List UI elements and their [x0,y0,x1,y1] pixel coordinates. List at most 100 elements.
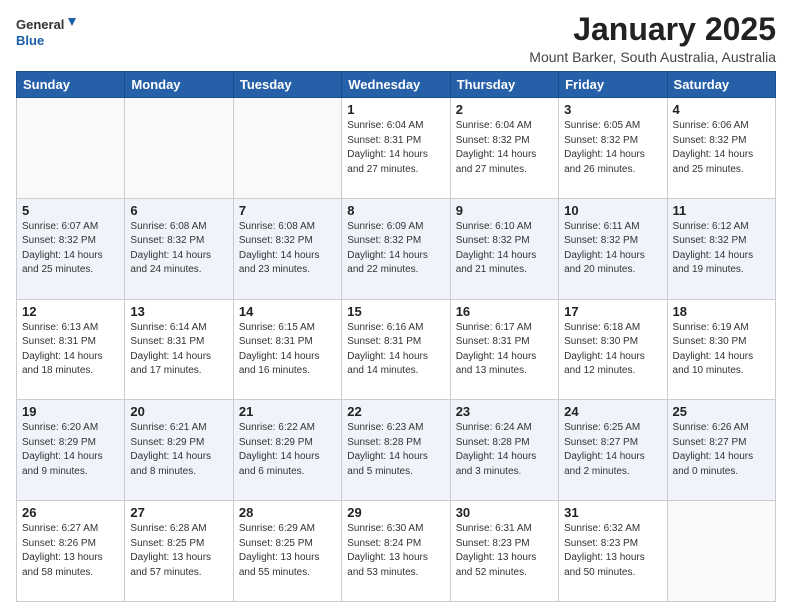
logo-svg: General Blue [16,12,76,52]
day-info: Sunrise: 6:27 AM Sunset: 8:26 PM Dayligh… [22,522,119,580]
day-info: Sunrise: 6:18 AM Sunset: 8:30 PM Dayligh… [564,321,661,379]
day-info: Sunrise: 6:15 AM Sunset: 8:31 PM Dayligh… [239,321,336,379]
calendar-day-cell: 23 Sunrise: 6:24 AM Sunset: 8:28 PM Dayli… [450,400,558,501]
weekday-header-thursday: Thursday [450,72,558,98]
calendar-day-cell: 22 Sunrise: 6:23 AM Sunset: 8:28 PM Dayli… [342,400,450,501]
calendar-day-cell [17,98,125,199]
calendar-day-cell: 28 Sunrise: 6:29 AM Sunset: 8:25 PM Dayli… [233,501,341,602]
day-number: 6 [130,203,227,218]
day-number: 19 [22,404,119,419]
calendar-week-row: 19 Sunrise: 6:20 AM Sunset: 8:29 PM Dayli… [17,400,776,501]
header: General Blue January 2025 Mount Barker, … [16,12,776,65]
day-number: 9 [456,203,553,218]
day-info: Sunrise: 6:04 AM Sunset: 8:32 PM Dayligh… [456,119,553,177]
calendar-table: SundayMondayTuesdayWednesdayThursdayFrid… [16,71,776,602]
day-number: 12 [22,304,119,319]
calendar-day-cell: 5 Sunrise: 6:07 AM Sunset: 8:32 PM Daylig… [17,198,125,299]
calendar-day-cell: 31 Sunrise: 6:32 AM Sunset: 8:23 PM Dayli… [559,501,667,602]
weekday-header-tuesday: Tuesday [233,72,341,98]
calendar-day-cell: 4Sunrise: 6:06 AM Sunset: 8:32 PM Daylig… [667,98,775,199]
day-number: 26 [22,505,119,520]
svg-text:General: General [16,17,64,32]
day-number: 14 [239,304,336,319]
day-number: 13 [130,304,227,319]
day-number: 20 [130,404,227,419]
calendar-day-cell: 26 Sunrise: 6:27 AM Sunset: 8:26 PM Dayli… [17,501,125,602]
day-info: Sunrise: 6:08 AM Sunset: 8:32 PM Dayligh… [130,220,227,278]
day-number: 22 [347,404,444,419]
day-info: Sunrise: 6:09 AM Sunset: 8:32 PM Dayligh… [347,220,444,278]
calendar-day-cell: 2 Sunrise: 6:04 AM Sunset: 8:32 PM Daylig… [450,98,558,199]
day-number: 31 [564,505,661,520]
calendar-day-cell: 16Sunrise: 6:17 AM Sunset: 8:31 PM Dayli… [450,299,558,400]
calendar-day-cell: 14 Sunrise: 6:15 AM Sunset: 8:31 PM Dayli… [233,299,341,400]
day-info: Sunrise: 6:08 AM Sunset: 8:32 PM Dayligh… [239,220,336,278]
day-number: 28 [239,505,336,520]
weekday-header-wednesday: Wednesday [342,72,450,98]
day-number: 15 [347,304,444,319]
calendar-day-cell: 19 Sunrise: 6:20 AM Sunset: 8:29 PM Dayli… [17,400,125,501]
calendar-day-cell: 15Sunrise: 6:16 AM Sunset: 8:31 PM Dayli… [342,299,450,400]
day-info: Sunrise: 6:28 AM Sunset: 8:25 PM Dayligh… [130,522,227,580]
title-block: January 2025 Mount Barker, South Austral… [529,12,776,65]
day-info: Sunrise: 6:30 AM Sunset: 8:24 PM Dayligh… [347,522,444,580]
calendar-day-cell: 17 Sunrise: 6:18 AM Sunset: 8:30 PM Dayli… [559,299,667,400]
calendar-day-cell: 25 Sunrise: 6:26 AM Sunset: 8:27 PM Dayli… [667,400,775,501]
day-info: Sunrise: 6:12 AM Sunset: 8:32 PM Dayligh… [673,220,770,278]
calendar-week-row: 26 Sunrise: 6:27 AM Sunset: 8:26 PM Dayli… [17,501,776,602]
day-info: Sunrise: 6:21 AM Sunset: 8:29 PM Dayligh… [130,421,227,479]
weekday-header-friday: Friday [559,72,667,98]
day-number: 8 [347,203,444,218]
day-number: 2 [456,102,553,117]
calendar-day-cell: 6 Sunrise: 6:08 AM Sunset: 8:32 PM Daylig… [125,198,233,299]
calendar-day-cell: 7 Sunrise: 6:08 AM Sunset: 8:32 PM Daylig… [233,198,341,299]
calendar-week-row: 12 Sunrise: 6:13 AM Sunset: 8:31 PM Dayli… [17,299,776,400]
day-number: 16 [456,304,553,319]
calendar-day-cell: 9 Sunrise: 6:10 AM Sunset: 8:32 PM Daylig… [450,198,558,299]
svg-text:Blue: Blue [16,33,44,48]
page: General Blue January 2025 Mount Barker, … [0,0,792,612]
day-info: Sunrise: 6:26 AM Sunset: 8:27 PM Dayligh… [673,421,770,479]
day-number: 30 [456,505,553,520]
day-info: Sunrise: 6:14 AM Sunset: 8:31 PM Dayligh… [130,321,227,379]
day-number: 23 [456,404,553,419]
weekday-header-saturday: Saturday [667,72,775,98]
day-number: 10 [564,203,661,218]
calendar-day-cell: 1Sunrise: 6:04 AM Sunset: 8:31 PM Daylig… [342,98,450,199]
calendar-day-cell: 18Sunrise: 6:19 AM Sunset: 8:30 PM Dayli… [667,299,775,400]
calendar-day-cell: 24Sunrise: 6:25 AM Sunset: 8:27 PM Dayli… [559,400,667,501]
calendar-day-cell: 3 Sunrise: 6:05 AM Sunset: 8:32 PM Daylig… [559,98,667,199]
day-number: 7 [239,203,336,218]
day-info: Sunrise: 6:05 AM Sunset: 8:32 PM Dayligh… [564,119,661,177]
calendar-week-row: 1Sunrise: 6:04 AM Sunset: 8:31 PM Daylig… [17,98,776,199]
calendar-day-cell: 20 Sunrise: 6:21 AM Sunset: 8:29 PM Dayli… [125,400,233,501]
location: Mount Barker, South Australia, Australia [529,49,776,65]
day-number: 27 [130,505,227,520]
calendar-day-cell: 21 Sunrise: 6:22 AM Sunset: 8:29 PM Dayli… [233,400,341,501]
day-number: 3 [564,102,661,117]
day-number: 21 [239,404,336,419]
calendar-day-cell: 30 Sunrise: 6:31 AM Sunset: 8:23 PM Dayli… [450,501,558,602]
day-info: Sunrise: 6:24 AM Sunset: 8:28 PM Dayligh… [456,421,553,479]
day-info: Sunrise: 6:13 AM Sunset: 8:31 PM Dayligh… [22,321,119,379]
day-info: Sunrise: 6:20 AM Sunset: 8:29 PM Dayligh… [22,421,119,479]
day-info: Sunrise: 6:22 AM Sunset: 8:29 PM Dayligh… [239,421,336,479]
day-info: Sunrise: 6:25 AM Sunset: 8:27 PM Dayligh… [564,421,661,479]
calendar-day-cell: 27 Sunrise: 6:28 AM Sunset: 8:25 PM Dayli… [125,501,233,602]
day-number: 25 [673,404,770,419]
day-info: Sunrise: 6:29 AM Sunset: 8:25 PM Dayligh… [239,522,336,580]
weekday-header-sunday: Sunday [17,72,125,98]
day-info: Sunrise: 6:07 AM Sunset: 8:32 PM Dayligh… [22,220,119,278]
calendar-day-cell: 13 Sunrise: 6:14 AM Sunset: 8:31 PM Dayli… [125,299,233,400]
calendar-day-cell [667,501,775,602]
day-info: Sunrise: 6:31 AM Sunset: 8:23 PM Dayligh… [456,522,553,580]
day-info: Sunrise: 6:10 AM Sunset: 8:32 PM Dayligh… [456,220,553,278]
day-info: Sunrise: 6:23 AM Sunset: 8:28 PM Dayligh… [347,421,444,479]
day-number: 18 [673,304,770,319]
calendar-day-cell: 12 Sunrise: 6:13 AM Sunset: 8:31 PM Dayli… [17,299,125,400]
calendar-day-cell [233,98,341,199]
day-info: Sunrise: 6:32 AM Sunset: 8:23 PM Dayligh… [564,522,661,580]
day-number: 17 [564,304,661,319]
day-number: 5 [22,203,119,218]
weekday-header-row: SundayMondayTuesdayWednesdayThursdayFrid… [17,72,776,98]
